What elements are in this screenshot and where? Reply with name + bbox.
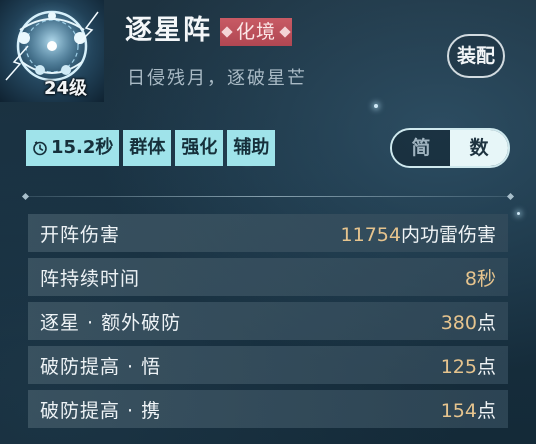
- skill-name: 逐星阵: [125, 15, 212, 46]
- stat-label: 逐星 · 额外破防: [40, 311, 182, 334]
- stat-unit: 点: [476, 311, 496, 334]
- cooldown-label: 15.2秒: [51, 137, 114, 158]
- stat-value: 125点: [441, 352, 496, 379]
- stat-number: 380: [440, 311, 477, 334]
- stat-unit: 点: [476, 355, 496, 378]
- stat-label: 破防提高 · 悟: [40, 355, 162, 378]
- stat-row: 破防提高 · 悟 125点: [28, 346, 508, 384]
- sparkle: [517, 212, 520, 215]
- sparkle: [374, 104, 378, 108]
- clock-icon: [33, 141, 47, 156]
- equip-button[interactable]: 装配: [447, 34, 505, 78]
- stat-value: 380点: [441, 308, 496, 335]
- stat-unit: 点: [476, 399, 496, 422]
- stat-label: 破防提高 · 携: [40, 399, 162, 422]
- stat-row: 破防提高 · 携 154点: [28, 390, 508, 428]
- mode-simple-option[interactable]: 简: [392, 130, 450, 166]
- tag-buff: 强化: [175, 130, 224, 166]
- skill-level: 24级: [44, 78, 88, 99]
- skill-subtitle: 日侵残月，逐破星芒: [127, 68, 307, 89]
- stat-label: 阵持续时间: [40, 267, 141, 290]
- stat-row: 阵持续时间 8秒: [28, 258, 508, 296]
- stat-row: 逐星 · 额外破防 380点: [28, 302, 508, 340]
- stat-label: 开阵伤害: [40, 223, 121, 246]
- mode-number-option[interactable]: 数: [450, 130, 508, 166]
- stats-list: 开阵伤害 11754内功雷伤害 阵持续时间 8秒 逐星 · 额外破防 380点 …: [28, 214, 508, 434]
- stat-number: 11754: [340, 223, 401, 246]
- stat-number: 125: [440, 355, 477, 378]
- stat-number: 8: [464, 267, 477, 290]
- skill-tags: 15.2秒 群体 强化 辅助: [26, 130, 276, 166]
- divider: [21, 192, 515, 201]
- realm-label: 化境: [236, 21, 277, 43]
- tag-support: 辅助: [227, 130, 276, 166]
- stat-value: 154点: [441, 396, 496, 423]
- cooldown-tag: 15.2秒: [26, 130, 120, 166]
- stat-number: 154: [440, 399, 477, 422]
- skill-icon[interactable]: 24级: [0, 0, 104, 102]
- stat-value: 11754内功雷伤害: [341, 220, 496, 247]
- realm-badge: 化境: [220, 18, 293, 46]
- stat-value: 8秒: [465, 264, 496, 291]
- stat-unit: 秒: [476, 267, 496, 290]
- stat-unit: 内功雷伤害: [400, 223, 496, 246]
- tag-group: 群体: [123, 130, 172, 166]
- mode-toggle[interactable]: 简 数: [390, 128, 510, 168]
- stat-row: 开阵伤害 11754内功雷伤害: [28, 214, 508, 252]
- diamond-icon: [221, 26, 233, 38]
- diamond-icon: [279, 26, 291, 38]
